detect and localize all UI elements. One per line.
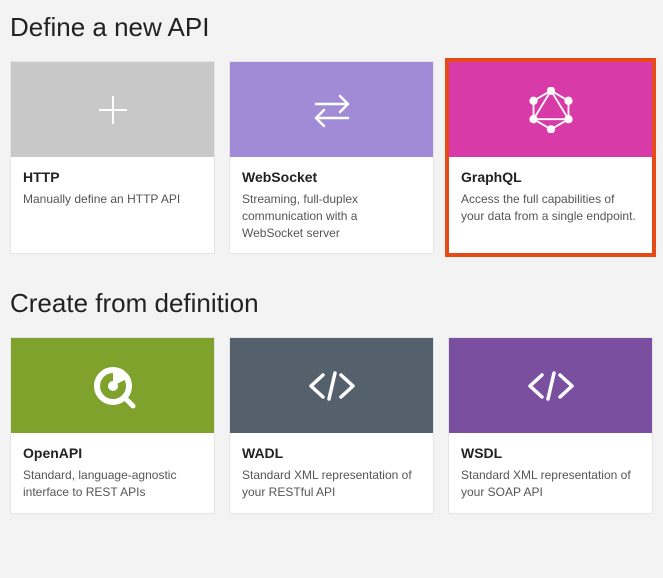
card-title: GraphQL <box>461 169 640 185</box>
code-brackets-icon <box>449 338 652 433</box>
card-body: WSDL Standard XML representation of your… <box>449 433 652 513</box>
plus-icon <box>11 62 214 157</box>
card-row-define: HTTP Manually define an HTTP API WebSock… <box>10 61 653 254</box>
card-body: WebSocket Streaming, full-duplex communi… <box>230 157 433 253</box>
card-title: WebSocket <box>242 169 421 185</box>
card-title: WSDL <box>461 445 640 461</box>
card-desc: Standard XML representation of your SOAP… <box>461 467 640 501</box>
card-body: HTTP Manually define an HTTP API <box>11 157 214 253</box>
card-title: WADL <box>242 445 421 461</box>
card-http[interactable]: HTTP Manually define an HTTP API <box>10 61 215 254</box>
card-desc: Access the full capabilities of your dat… <box>461 191 640 225</box>
card-body: GraphQL Access the full capabilities of … <box>449 157 652 253</box>
arrows-swap-icon <box>230 62 433 157</box>
card-openapi[interactable]: OpenAPI Standard, language-agnostic inte… <box>10 337 215 514</box>
code-brackets-icon <box>230 338 433 433</box>
card-body: WADL Standard XML representation of your… <box>230 433 433 513</box>
card-title: HTTP <box>23 169 202 185</box>
card-desc: Streaming, full-duplex communication wit… <box>242 191 421 241</box>
card-graphql[interactable]: GraphQL Access the full capabilities of … <box>448 61 653 254</box>
card-wadl[interactable]: WADL Standard XML representation of your… <box>229 337 434 514</box>
section-heading-create: Create from definition <box>10 288 653 319</box>
card-desc: Standard, language-agnostic interface to… <box>23 467 202 501</box>
graphql-icon <box>449 62 652 157</box>
card-title: OpenAPI <box>23 445 202 461</box>
openapi-icon <box>11 338 214 433</box>
card-websocket[interactable]: WebSocket Streaming, full-duplex communi… <box>229 61 434 254</box>
card-body: OpenAPI Standard, language-agnostic inte… <box>11 433 214 513</box>
section-heading-define: Define a new API <box>10 12 653 43</box>
card-desc: Manually define an HTTP API <box>23 191 202 208</box>
card-desc: Standard XML representation of your REST… <box>242 467 421 501</box>
card-row-create: OpenAPI Standard, language-agnostic inte… <box>10 337 653 514</box>
card-wsdl[interactable]: WSDL Standard XML representation of your… <box>448 337 653 514</box>
